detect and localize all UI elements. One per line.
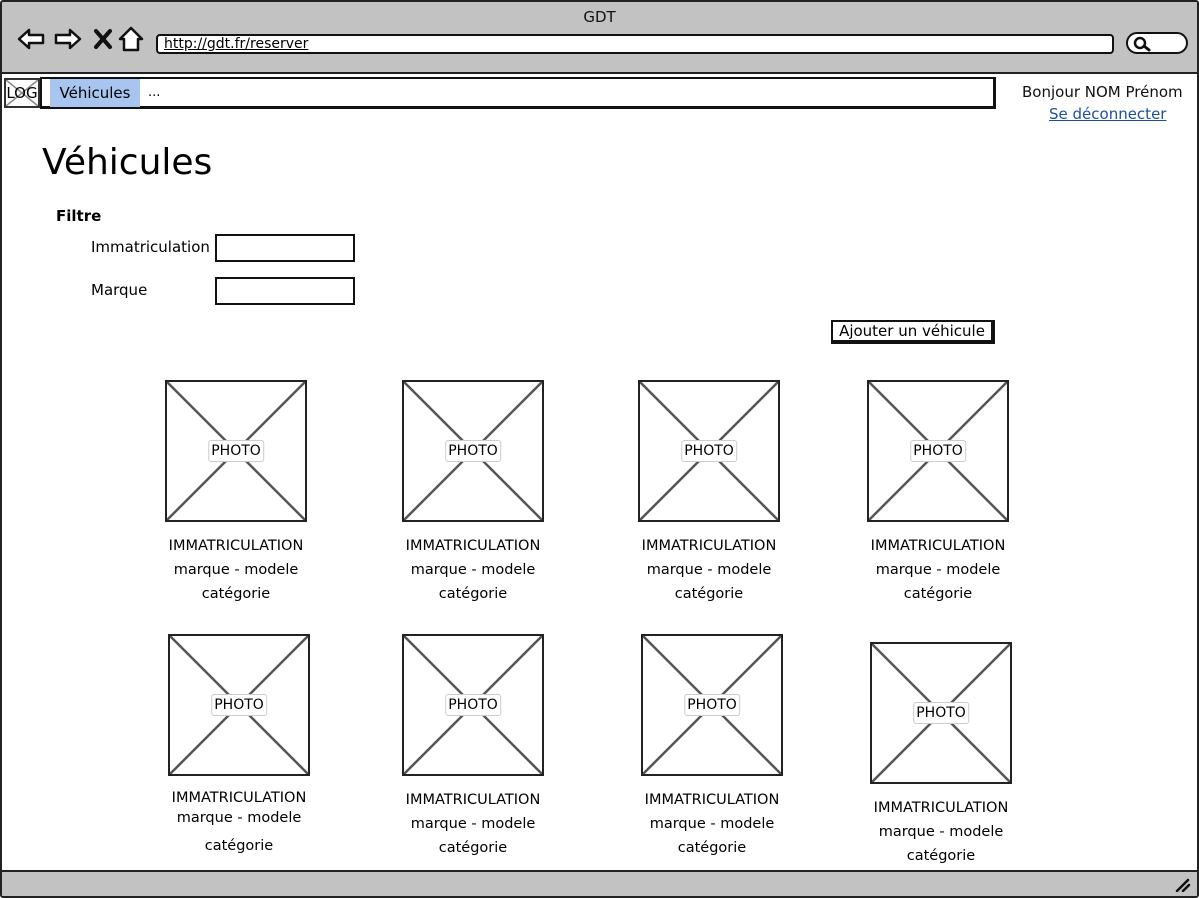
vehicle-category: catégorie <box>677 840 747 856</box>
photo-label: PHOTO <box>684 694 740 716</box>
main-menubar: Véhicules ... <box>40 77 996 109</box>
vehicle-plate: IMMATRICULATION <box>870 538 1006 554</box>
photo-label: PHOTO <box>445 694 501 716</box>
vehicle-plate: IMMATRICULATION <box>644 792 780 808</box>
photo-label: PHOTO <box>681 440 737 462</box>
menu-item-vehicules[interactable]: Véhicules <box>50 79 140 107</box>
vehicle-photo-placeholder: PHOTO <box>165 380 307 522</box>
vehicle-model: marque - modele <box>410 562 536 578</box>
marque-input[interactable] <box>215 277 355 305</box>
photo-label: PHOTO <box>211 694 267 716</box>
back-arrow-icon[interactable] <box>16 24 46 54</box>
vehicle-plate: IMMATRICULATION <box>641 538 777 554</box>
vehicle-card[interactable]: PHOTO IMMATRICULATION marque - modele ca… <box>151 380 321 606</box>
close-x-icon[interactable] <box>88 24 118 54</box>
forward-arrow-icon[interactable] <box>53 24 83 54</box>
vehicle-model: marque - modele <box>649 816 775 832</box>
vehicle-category: catégorie <box>204 838 274 854</box>
vehicle-model: marque - modele <box>878 824 1004 840</box>
page-title: Véhicules <box>42 142 213 183</box>
browser-search-box[interactable] <box>1126 32 1188 54</box>
resize-grip-icon[interactable] <box>1175 878 1191 892</box>
vehicle-category: catégorie <box>201 586 271 602</box>
vehicle-photo-placeholder: PHOTO <box>402 634 544 776</box>
logo[interactable]: LOG <box>4 78 40 108</box>
vehicle-plate: IMMATRICULATION <box>873 800 1009 816</box>
user-greeting: Bonjour NOM Prénom <box>1022 83 1183 101</box>
immatriculation-label: Immatriculation <box>91 238 210 256</box>
vehicle-model: marque - modele <box>646 562 772 578</box>
vehicle-model: marque - modele <box>176 810 302 826</box>
vehicle-photo-placeholder: PHOTO <box>402 380 544 522</box>
vehicle-category: catégorie <box>903 586 973 602</box>
vehicle-card[interactable]: PHOTO IMMATRICULATION marque - modele ca… <box>627 634 797 860</box>
filter-heading: Filtre <box>56 207 102 225</box>
photo-label: PHOTO <box>208 440 264 462</box>
vehicle-plate: IMMATRICULATION <box>405 538 541 554</box>
photo-label: PHOTO <box>913 702 969 724</box>
vehicle-plate: IMMATRICULATION <box>405 792 541 808</box>
vehicle-card[interactable]: PHOTO IMMATRICULATION marque - modele ca… <box>388 380 558 606</box>
immatriculation-input[interactable] <box>215 234 355 262</box>
vehicle-plate: IMMATRICULATION <box>168 538 304 554</box>
browser-window: GDT http://gdt.fr/reserver LOG Véhicules… <box>0 0 1199 898</box>
vehicle-photo-placeholder: PHOTO <box>867 380 1009 522</box>
logo-text: LOG <box>6 84 38 102</box>
vehicle-category: catégorie <box>906 848 976 864</box>
browser-titlebar: GDT http://gdt.fr/reserver <box>2 2 1197 74</box>
photo-label: PHOTO <box>445 440 501 462</box>
logout-link[interactable]: Se déconnecter <box>1049 105 1166 123</box>
vehicle-photo-placeholder: PHOTO <box>641 634 783 776</box>
vehicle-card[interactable]: PHOTO IMMATRICULATION marque - modele ca… <box>388 634 558 860</box>
browser-statusbar <box>2 870 1197 896</box>
photo-label: PHOTO <box>910 440 966 462</box>
search-icon <box>1133 36 1151 52</box>
marque-label: Marque <box>91 281 148 299</box>
vehicle-card[interactable]: PHOTO IMMATRICULATION marque - modele ca… <box>624 380 794 606</box>
vehicle-category: catégorie <box>438 840 508 856</box>
home-icon[interactable] <box>116 24 146 54</box>
vehicle-photo-placeholder: PHOTO <box>638 380 780 522</box>
vehicle-model: marque - modele <box>410 816 536 832</box>
vehicle-category: catégorie <box>438 586 508 602</box>
vehicle-model: marque - modele <box>875 562 1001 578</box>
vehicle-card[interactable]: PHOTO IMMATRICULATION marque - modele ca… <box>853 380 1023 606</box>
vehicle-category: catégorie <box>674 586 744 602</box>
url-bar[interactable]: http://gdt.fr/reserver <box>156 34 1114 54</box>
vehicle-photo-placeholder: PHOTO <box>168 634 310 776</box>
vehicle-card[interactable]: PHOTO IMMATRICULATION marque - modele ca… <box>856 642 1026 868</box>
vehicle-plate: IMMATRICULATION <box>171 790 307 806</box>
vehicle-card[interactable]: PHOTO IMMATRICULATION marque - modele ca… <box>154 634 324 858</box>
window-title: GDT <box>583 8 616 26</box>
vehicle-photo-placeholder: PHOTO <box>870 642 1012 784</box>
add-vehicle-button[interactable]: Ajouter un véhicule <box>831 320 995 344</box>
menu-more[interactable]: ... <box>148 79 160 107</box>
vehicle-model: marque - modele <box>173 562 299 578</box>
